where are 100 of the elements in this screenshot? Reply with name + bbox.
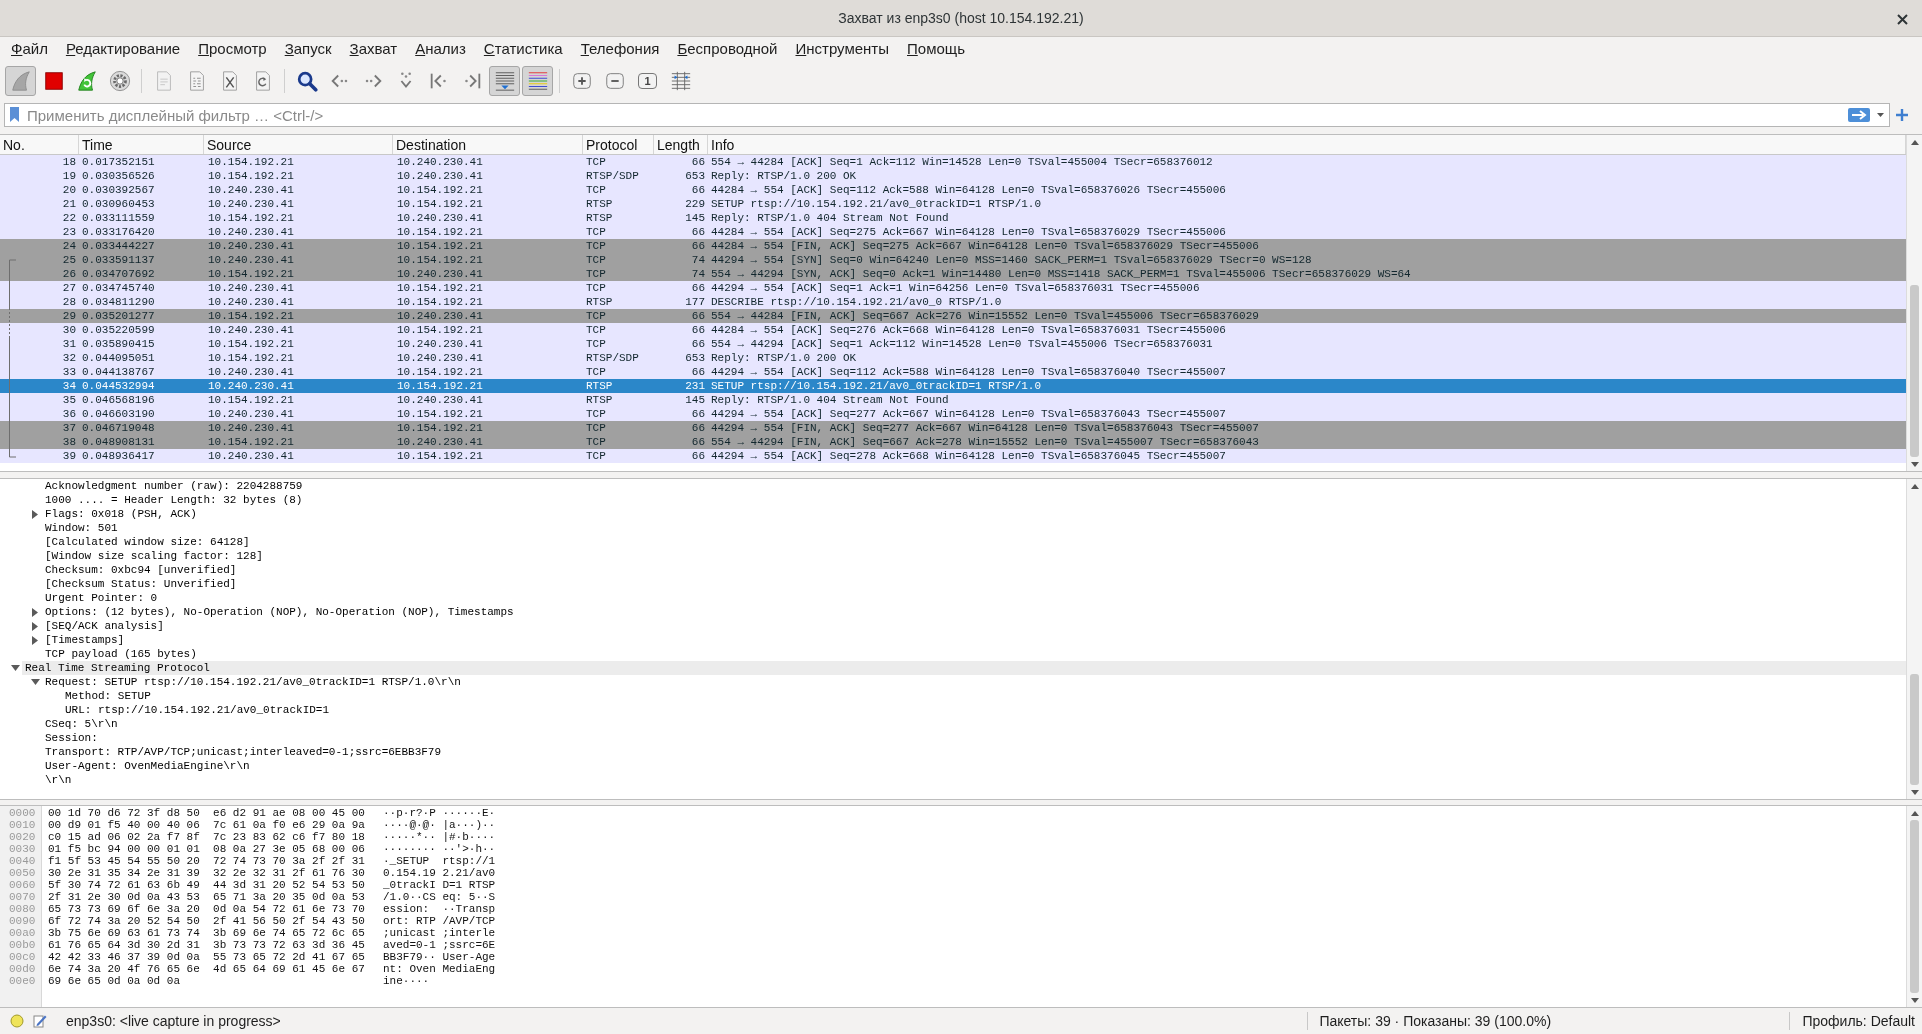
- menu-item[interactable]: Статистика: [474, 39, 572, 59]
- scroll-thumb[interactable]: [1910, 820, 1919, 993]
- packet-row[interactable]: 28 0.034811290 10.240.230.41 10.154.192.21 RTSP 177 DESCRIBE rtsp://10.154.192.21/av0_0 RTSP/1.0: [0, 295, 1906, 309]
- triangle-down-icon[interactable]: [10, 665, 20, 671]
- packet-row[interactable]: 20 0.030392567 10.240.230.41 10.154.192.21 TCP 66 44284 → 554 [ACK] Seq=112 Ack=588 Win=64128 Len=0 TSval=658376026 TSecr=455006: [0, 183, 1906, 197]
- packet-row[interactable]: 18 0.017352151 10.154.192.21 10.240.230.41 TCP 66 554 → 44284 [ACK] Seq=1 Ack=112 Win=14528 Len=0 TSval=455004 TSecr=658376012: [0, 155, 1906, 169]
- packet-row[interactable]: 27 0.034745740 10.240.230.41 10.154.192.21 TCP 66 44294 → 554 [ACK] Seq=1 Ack=1 Win=64256 Len=0 TSval=658376031 TSecr=455006: [0, 281, 1906, 295]
- triangle-down-icon[interactable]: [30, 679, 40, 685]
- column-header[interactable]: Destination: [396, 135, 467, 154]
- tree-item[interactable]: Flags: 0x018 (PSH, ACK): [42, 507, 197, 521]
- protocol: RTSP: [586, 197, 613, 211]
- tree-item[interactable]: URL: rtsp://10.154.192.21/av0_0trackID=1: [62, 703, 330, 717]
- scroll-thumb[interactable]: [1910, 284, 1919, 457]
- packet-row[interactable]: 23 0.033176420 10.240.230.41 10.154.192.21 TCP 66 44284 → 554 [ACK] Seq=275 Ack=667 Win=64128 Len=0 TSval=658376029 TSecr=455006: [0, 225, 1906, 239]
- scroll-down-icon[interactable]: [1910, 789, 1919, 795]
- packet-row[interactable]: 29 0.035201277 10.154.192.21 10.240.230.41 TCP 66 554 → 44284 [FIN, ACK] Seq=667 Ack=276 Win=15552 Len=0 TSval=455006 TSecr=658376029: [0, 309, 1906, 323]
- column-header[interactable]: No.: [3, 135, 25, 154]
- triangle-right-icon[interactable]: [32, 621, 38, 631]
- packet-row[interactable]: 37 0.046719048 10.240.230.41 10.154.192.21 TCP 66 44294 → 554 [FIN, ACK] Seq=277 Ack=667 Win=64128 Len=0 TSval=658376043 TSecr=455007: [0, 421, 1906, 435]
- packet-row[interactable]: 19 0.030356526 10.154.192.21 10.240.230.41 RTSP/SDP 653 Reply: RTSP/1.0 200 OK: [0, 169, 1906, 183]
- packet-row[interactable]: 32 0.044095051 10.154.192.21 10.240.230.41 RTSP/SDP 653 Reply: RTSP/1.0 200 OK: [0, 351, 1906, 365]
- packet-row[interactable]: 36 0.046603190 10.240.230.41 10.154.192.21 TCP 66 44294 → 554 [ACK] Seq=277 Ack=667 Win=64128 Len=0 TSval=658376043 TSecr=455007: [0, 407, 1906, 421]
- packet-time: 0.033176420: [82, 225, 155, 239]
- packet-row[interactable]: 22 0.033111559 10.154.192.21 10.240.230.41 RTSP 145 Reply: RTSP/1.0 404 Stream Not Found: [0, 211, 1906, 225]
- tree-item[interactable]: \r\n: [42, 773, 72, 787]
- scroll-up-icon[interactable]: [1910, 810, 1919, 816]
- triangle-right-icon[interactable]: [32, 635, 38, 645]
- scroll-up-icon[interactable]: [1910, 139, 1919, 145]
- tree-item[interactable]: Urgent Pointer: 0: [42, 591, 158, 605]
- tree-item[interactable]: Window: 501: [42, 521, 118, 535]
- packet-row[interactable]: 35 0.046568196 10.154.192.21 10.240.230.41 RTSP 145 Reply: RTSP/1.0 404 Stream Not Found: [0, 393, 1906, 407]
- menu-item[interactable]: Захват: [340, 39, 407, 59]
- column-header[interactable]: Source: [207, 135, 252, 154]
- menu-item[interactable]: Анализ: [406, 39, 475, 59]
- tree-item[interactable]: Real Time Streaming Protocol: [22, 661, 1906, 675]
- column-header[interactable]: Info: [711, 135, 735, 154]
- tree-item[interactable]: Session:: [42, 731, 98, 745]
- byte-offset: 0000: [9, 807, 37, 819]
- packet-row[interactable]: 38 0.048908131 10.154.192.21 10.240.230.41 TCP 66 554 → 44294 [FIN, ACK] Seq=667 Ack=278 Win=15552 Len=0 TSval=455007 TSecr=658376043: [0, 435, 1906, 449]
- packet-row[interactable]: 25 0.033591137 10.240.230.41 10.154.192.21 TCP 74 44294 → 554 [SYN] Seq=0 Win=64240 Len=0 MSS=1460 SACK_PERM=1 TSval=658376029 TSecr=0 WS=128: [0, 253, 1906, 267]
- packet-row[interactable]: 30 0.035220599 10.240.230.41 10.154.192.21 TCP 66 44284 → 554 [ACK] Seq=276 Ack=668 Win=64128 Len=0 TSval=658376031 TSecr=455006: [0, 323, 1906, 337]
- column-header[interactable]: Protocol: [586, 135, 638, 154]
- packet-row[interactable]: 33 0.044138767 10.240.230.41 10.154.192.21 TCP 66 44294 → 554 [ACK] Seq=112 Ack=588 Win=64128 Len=0 TSval=658376040 TSecr=455007: [0, 365, 1906, 379]
- tree-item[interactable]: [SEQ/ACK analysis]: [42, 619, 164, 633]
- tree-item[interactable]: Method: SETUP: [62, 689, 151, 703]
- menu-item[interactable]: Просмотр: [189, 39, 276, 59]
- triangle-right-icon[interactable]: [32, 607, 38, 617]
- colorize-button[interactable]: [522, 66, 553, 96]
- tree-item[interactable]: Options: (12 bytes), No-Operation (NOP), No-Operation (NOP), Timestamps: [42, 605, 514, 619]
- vertical-scrollbar[interactable]: [1906, 806, 1922, 1007]
- tree-item[interactable]: TCP payload (165 bytes): [42, 647, 197, 661]
- scroll-down-icon[interactable]: [1910, 461, 1919, 467]
- note-pencil-icon[interactable]: [33, 1014, 47, 1028]
- vertical-scrollbar[interactable]: [1906, 479, 1922, 799]
- packet-row[interactable]: 24 0.033444227 10.240.230.41 10.154.192.21 TCP 66 44284 → 554 [FIN, ACK] Seq=275 Ack=667 Win=64128 Len=0 TSval=658376029 TSecr=455006: [0, 239, 1906, 253]
- packet-row[interactable]: 26 0.034707692 10.154.192.21 10.240.230.41 TCP 74 554 → 44294 [SYN, ACK] Seq=0 Ack=1 Win=14480 Len=0 MSS=1418 SACK_PERM=1 TSval=455006 TSecr=658376029 WS=64: [0, 267, 1906, 281]
- packet-row[interactable]: 34 0.044532994 10.240.230.41 10.154.192.21 RTSP 231 SETUP rtsp://10.154.192.21/av0_0trackID=1 RTSP/1.0: [0, 379, 1906, 393]
- menu-item[interactable]: Беспроводной: [668, 39, 787, 59]
- autoscroll-button[interactable]: [489, 66, 520, 96]
- menu-item[interactable]: Помощь: [898, 39, 974, 59]
- tree-item[interactable]: [Timestamps]: [42, 633, 125, 647]
- menu-item[interactable]: Инструменты: [786, 39, 898, 59]
- plus-icon[interactable]: [1896, 109, 1908, 121]
- tree-item[interactable]: [Window size scaling factor: 128]: [42, 549, 263, 563]
- scroll-thumb[interactable]: [1910, 674, 1919, 785]
- vertical-scrollbar[interactable]: [1906, 135, 1922, 471]
- column-header[interactable]: Time: [82, 135, 113, 154]
- tree-item[interactable]: CSeq: 5\r\n: [42, 717, 118, 731]
- packet-info: 44284 → 554 [FIN, ACK] Seq=275 Ack=667 Win=64128 Len=0 TSval=658376029 TSecr=455006: [711, 239, 1259, 253]
- tree-item[interactable]: Transport: RTP/AVP/TCP;unicast;interleaved=0-1;ssrc=6EBB3F79: [42, 745, 442, 759]
- tree-item[interactable]: [Calculated window size: 64128]: [42, 535, 250, 549]
- menu-item[interactable]: Файл: [2, 39, 57, 59]
- close-button[interactable]: [1894, 11, 1910, 27]
- menu-item[interactable]: Запуск: [275, 39, 341, 59]
- scroll-up-icon[interactable]: [1910, 483, 1919, 489]
- display-filter-field[interactable]: Применить дисплейный фильтр … <Ctrl-/>: [4, 103, 1890, 127]
- tree-item[interactable]: Request: SETUP rtsp://10.154.192.21/av0_0trackID=1 RTSP/1.0\r\n: [42, 675, 461, 689]
- packet-row[interactable]: 21 0.030960453 10.240.230.41 10.154.192.21 RTSP 229 SETUP rtsp://10.154.192.21/av0_0trackID=1 RTSP/1.0: [0, 197, 1906, 211]
- bookmark-icon[interactable]: [10, 107, 19, 122]
- tree-item[interactable]: [Checksum Status: Unverified]: [42, 577, 237, 591]
- packet-info: DESCRIBE rtsp://10.154.192.21/av0_0 RTSP/1.0: [711, 295, 1002, 309]
- hex-bytes: 00 1d 70 d6 72 3f d8 50 e6 d2 91 ae 08 00 45 00: [48, 807, 366, 819]
- destination-address: 10.240.230.41: [397, 309, 483, 323]
- scroll-down-icon[interactable]: [1910, 997, 1919, 1003]
- tree-item[interactable]: 1000 .... = Header Length: 32 bytes (8): [42, 493, 303, 507]
- column-header[interactable]: Length: [657, 135, 700, 154]
- start-capture-button[interactable]: [5, 66, 36, 96]
- normal-size-button[interactable]: 1: [632, 66, 663, 96]
- packet-row[interactable]: 31 0.035890415 10.154.192.21 10.240.230.41 TCP 66 554 → 44294 [ACK] Seq=1 Ack=112 Win=14528 Len=0 TSval=455006 TSecr=658376031: [0, 337, 1906, 351]
- menu-item[interactable]: Телефония: [571, 39, 669, 59]
- tree-item[interactable]: Acknowledgment number (raw): 2204288759: [42, 479, 303, 493]
- arrow-right-icon[interactable]: [1848, 108, 1870, 122]
- profile-status[interactable]: Профиль: Default: [1790, 1010, 1922, 1032]
- tree-item[interactable]: User-Agent: OvenMediaEngine\r\n: [42, 759, 250, 773]
- menu-item[interactable]: Редактирование: [56, 39, 190, 59]
- caret-down-icon[interactable]: [1877, 113, 1884, 117]
- tree-item[interactable]: Checksum: 0xbc94 [unverified]: [42, 563, 237, 577]
- triangle-right-icon[interactable]: [32, 509, 38, 519]
- packet-row[interactable]: 39 0.048936417 10.240.230.41 10.154.192.21 TCP 66 44294 → 554 [ACK] Seq=278 Ack=668 Win=64128 Len=0 TSval=658376045 TSecr=455007: [0, 449, 1906, 463]
- status-dot-icon[interactable]: [10, 1014, 24, 1028]
